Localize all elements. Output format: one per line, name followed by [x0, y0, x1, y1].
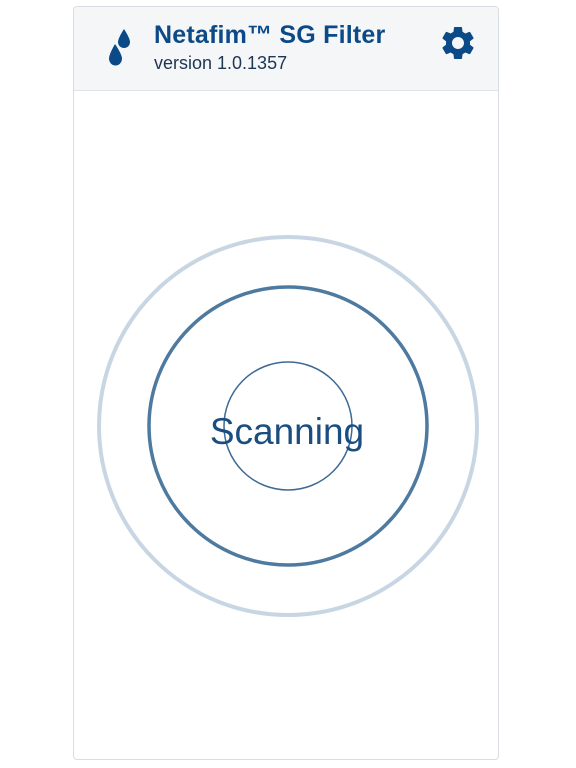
app-title: Netafim™ SG Filter — [154, 21, 386, 49]
app-window: Netafim™ SG Filter version 1.0.1357 Scan… — [73, 6, 499, 760]
app-header: Netafim™ SG Filter version 1.0.1357 — [74, 7, 498, 91]
scan-status-label: Scanning — [209, 411, 365, 452]
water-drops-icon — [109, 29, 130, 66]
gear-icon[interactable] — [438, 23, 478, 63]
app-version: version 1.0.1357 — [154, 53, 288, 73]
